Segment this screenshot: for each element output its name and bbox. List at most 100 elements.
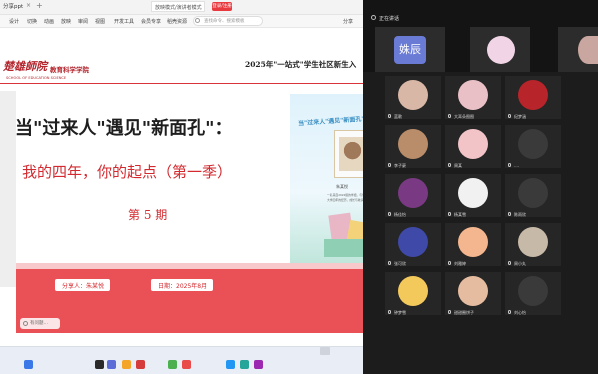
mic-icon [388, 212, 391, 216]
date-label: 日期：2025年8月 [151, 279, 214, 291]
slide-subtitle: 我的四年，你的起点（第一季） [22, 163, 233, 181]
mic-icon [448, 310, 451, 314]
app-icon[interactable] [254, 360, 263, 369]
participant-name: 钟梦雪 [394, 310, 406, 315]
slide-headline: 当"过来人"遇见"新面孔"： [15, 118, 233, 139]
login-button[interactable]: 登录/注册 [212, 2, 232, 11]
app-icon[interactable] [182, 360, 191, 369]
participant-avatar [398, 178, 428, 208]
logo-college-text: 教育科学学院 [50, 66, 89, 74]
menu-docer[interactable]: 稻壳资源 [167, 18, 187, 25]
app-icon[interactable] [95, 360, 104, 369]
issue-number: 第 5 期 [128, 208, 168, 222]
participant-name: 刘心怡 [514, 310, 526, 315]
slideshow-mode-link[interactable]: 放映模式/演讲者模式 [151, 1, 205, 12]
menu-review[interactable]: 审阅 [78, 18, 88, 25]
mic-icon [508, 114, 511, 118]
screen: 分享ppt × + 放映模式/演讲者模式 登录/注册 设计 切换 动画 放映 审… [0, 0, 598, 374]
app-icon[interactable] [240, 360, 249, 369]
poster-name: 朱某悦 [336, 184, 348, 189]
participant-name: 大耳朵图图 [454, 114, 474, 119]
close-tab-icon[interactable]: × [26, 2, 31, 9]
speaker-icon [371, 15, 376, 20]
participant-name: 甜甜圈饼子 [454, 310, 474, 315]
participant-avatar [398, 227, 428, 257]
mic-icon [388, 261, 391, 265]
participant-name: .... [514, 163, 520, 168]
mic-icon [388, 114, 391, 118]
slide-header-title: 2025年"一站式"学生社区新生入 [245, 60, 357, 69]
speaker-avatar [578, 36, 598, 64]
play-icon[interactable] [320, 347, 330, 355]
windows-start-icon[interactable] [24, 360, 33, 369]
mic-icon [508, 310, 511, 314]
participant-name: 蓝歌 [394, 114, 402, 119]
menu-animation[interactable]: 动画 [44, 18, 54, 25]
mic-icon [388, 163, 391, 167]
search-placeholder: 查找命令、搜索模板 [204, 19, 245, 24]
share-button[interactable]: 分享 [343, 18, 353, 25]
header-divider [0, 83, 380, 84]
app-icon[interactable] [122, 360, 131, 369]
participant-name: 杨佳怡 [394, 212, 406, 217]
mic-icon [508, 212, 511, 216]
mic-icon [508, 261, 511, 265]
logo-english-text: SCHOOL OF EDUCATION SCIENCE [6, 76, 67, 80]
slide-bottom [0, 333, 380, 346]
new-tab-icon[interactable]: + [36, 1, 43, 10]
participant-name: 张可欣 [394, 261, 406, 266]
participant-name: 刘雅婷 [454, 261, 466, 266]
question-icon [23, 321, 28, 326]
mic-icon [448, 163, 451, 167]
participant-avatar [518, 80, 548, 110]
slide-canvas: 楚雄師院 教育科学学院 SCHOOL OF EDUCATION SCIENCE … [0, 28, 380, 346]
participant-avatar [458, 276, 488, 306]
participant-avatar [458, 129, 488, 159]
participant-avatar [518, 227, 548, 257]
participant-avatar [458, 178, 488, 208]
participant-name: 纪梦涵 [514, 114, 526, 119]
participant-avatar [518, 129, 548, 159]
participant-name: 周小丸 [514, 261, 526, 266]
sharer-label: 分享人：朱某悦 [55, 279, 111, 291]
search-icon [195, 18, 200, 23]
logo-script-text: 楚雄師院 [3, 60, 47, 73]
app-icon[interactable] [107, 360, 116, 369]
tab-title[interactable]: 分享ppt [3, 2, 23, 10]
participant-avatar [398, 129, 428, 159]
participant-avatar [458, 227, 488, 257]
speaker-avatar: 姝辰 [394, 36, 426, 64]
menu-member[interactable]: 会员专享 [141, 18, 161, 25]
participant-avatar [398, 80, 428, 110]
speaking-label: 正在讲话 [379, 16, 400, 22]
app-icon[interactable] [136, 360, 145, 369]
participant-name: 李子豪 [394, 163, 406, 168]
mic-icon [448, 261, 451, 265]
photo-subject [339, 137, 366, 171]
side-band [0, 91, 16, 287]
participant-name: 杨某雪 [454, 212, 466, 217]
menu-view[interactable]: 视图 [95, 18, 105, 25]
poster-caption-2: 大学四年的经历，成长与收获 [327, 198, 364, 202]
app-icon[interactable] [226, 360, 235, 369]
search-input[interactable]: 查找命令、搜索模板 [193, 16, 263, 26]
participant-name: 周某 [454, 163, 462, 168]
participant-avatar [458, 80, 488, 110]
menu-slideshow[interactable]: 放映 [61, 18, 71, 25]
app-icon[interactable] [168, 360, 177, 369]
menu-bar: 设计 切换 动画 放映 审阅 视图 开发工具 会员专享 稻壳资源 查找命令、搜索… [0, 15, 380, 28]
ask-label: 有问题… [30, 321, 48, 326]
menu-transition[interactable]: 切换 [27, 18, 37, 25]
poster-title: 当"过来人"遇见"新面孔" [297, 115, 365, 128]
mic-icon [448, 114, 451, 118]
speaker-avatar [487, 36, 515, 64]
participant-avatar [398, 276, 428, 306]
mic-icon [508, 163, 511, 167]
mic-icon [388, 310, 391, 314]
participant-name: 陈雨欣 [514, 212, 526, 217]
menu-design[interactable]: 设计 [9, 18, 19, 25]
menu-developer[interactable]: 开发工具 [114, 18, 134, 25]
title-bar: 分享ppt × + 放映模式/演讲者模式 登录/注册 [0, 0, 380, 15]
mic-icon [448, 212, 451, 216]
participant-avatar [518, 178, 548, 208]
